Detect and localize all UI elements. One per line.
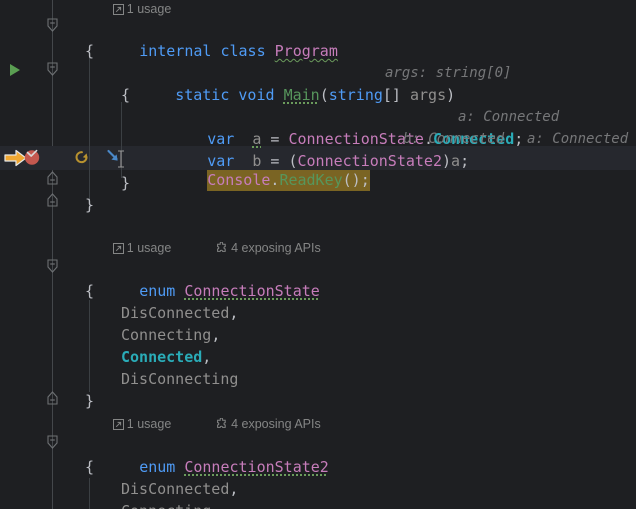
code-line-enum2-open[interactable]: { [0,456,636,478]
token-member: DisConnecting [121,370,239,388]
code-line-class-open[interactable]: { [0,40,636,62]
code-line-var-a[interactable]: var a = ConnectionState.Connected; a: Co… [0,106,636,148]
code-line-enum1-open[interactable]: { [0,280,636,302]
code-line-enum1-disconnected[interactable]: DisConnected, [0,302,636,324]
token-brace: } [85,392,95,410]
token-member-active: Connected [121,348,203,366]
code-line-console-readkey[interactable]: Console.ReadKey(); [0,147,636,191]
exposing-apis-group[interactable]: 4 exposing APIs [188,415,321,433]
code-line-enum1-disconnecting[interactable]: DisConnecting [0,368,636,390]
usage-group[interactable]: 1 usage [85,239,171,257]
code-line-class-decl[interactable]: internal class Program [0,18,636,60]
code-line-class-close[interactable]: } [0,194,636,216]
inline-hint-a: a: Connected [458,109,560,125]
code-line-enum1-connected[interactable]: Connected, [0,346,636,368]
code-vision-connectionstate[interactable]: 1 usage 4 exposing APIs [85,239,334,257]
code-line-enum1-connecting[interactable]: Connecting, [0,324,636,346]
usage-count-label[interactable]: 1 usage [127,239,171,257]
inline-hint-args: args: string[0] [385,65,512,81]
token-comma: , [229,480,239,498]
code-line-enum1-close[interactable]: } [0,390,636,412]
token-comma: , [202,348,212,366]
token-brace: { [85,282,95,300]
token-member: Connecting [121,326,212,344]
puzzle-piece-icon [188,241,228,254]
token-brace: { [85,458,95,476]
usage-count-label[interactable]: 1 usage [127,415,171,433]
token-comma: , [211,502,220,509]
usage-arrow-icon [85,242,124,254]
code-line-enum2-decl[interactable]: enum ConnectionState2 [0,434,636,476]
token-brace: } [85,196,95,214]
usage-count-label[interactable]: 1 usage [127,0,171,18]
usage-arrow-icon [85,3,124,15]
token-member: DisConnected [121,304,230,322]
exposing-apis-group[interactable]: 4 exposing APIs [188,239,321,257]
token-brace: { [85,42,95,60]
code-vision-program[interactable]: 1 usage [85,0,184,18]
code-line-main-open[interactable]: { [0,84,636,106]
code-line-main-decl[interactable]: static void Main(string[] args) args: st… [0,62,636,104]
exposing-apis-label[interactable]: 4 exposing APIs [231,239,321,257]
code-line-enum1-decl[interactable]: enum ConnectionState [0,258,636,300]
puzzle-piece-icon [188,417,228,430]
token-comma: , [211,326,221,344]
token-member: Connecting [121,502,211,509]
token-brace: { [121,86,131,104]
exposing-apis-label[interactable]: 4 exposing APIs [231,415,321,433]
code-line-enum2-connecting[interactable]: Connecting, [0,500,636,509]
token-brace: } [121,174,131,192]
token-comma: , [229,304,239,322]
code-vision-connectionstate2[interactable]: 1 usage 4 exposing APIs [85,415,334,433]
code-line-enum2-disconnected[interactable]: DisConnected, [0,478,636,500]
usage-group[interactable]: 1 usage [85,0,171,18]
token-member: DisConnected [121,480,230,498]
usage-arrow-icon [85,418,124,430]
usage-group[interactable]: 1 usage [85,415,171,433]
code-line-main-close[interactable]: } [0,172,636,194]
code-editor[interactable]: 1 usage internal class Program { static … [0,0,636,509]
